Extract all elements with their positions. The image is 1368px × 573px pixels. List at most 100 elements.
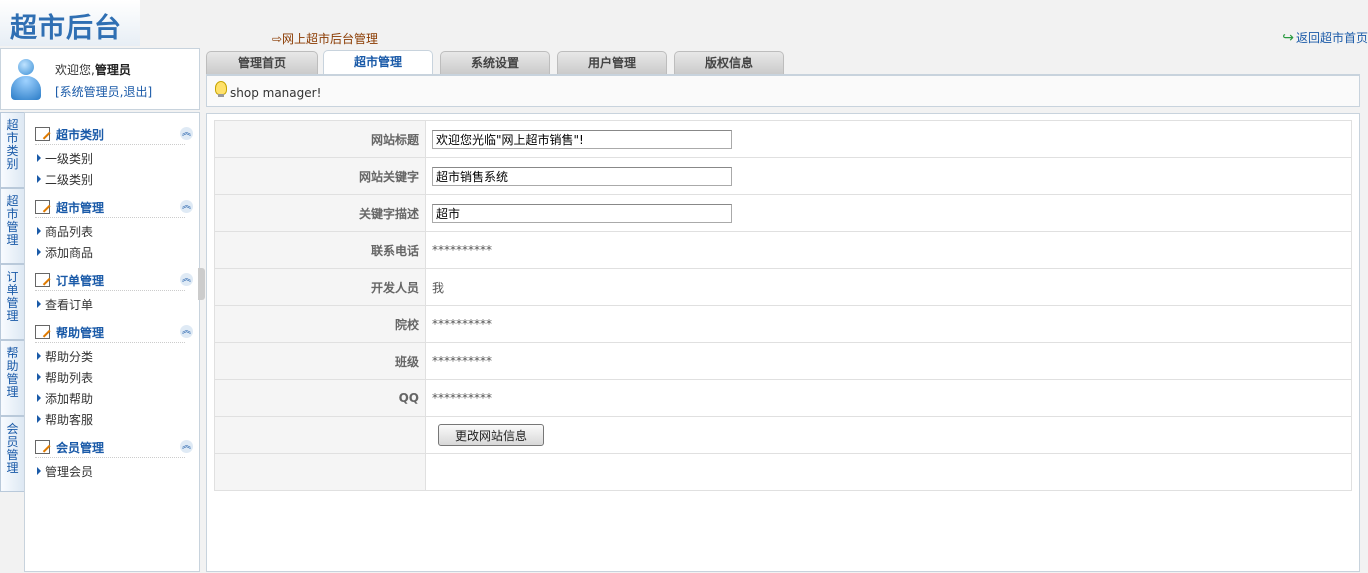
logo-text: 超市后台 — [10, 13, 122, 44]
vtab-label: 超市管理 — [6, 194, 19, 247]
menu-item-level1-category[interactable]: 一级类别 — [37, 150, 93, 167]
menu-item-add-help[interactable]: 添加帮助 — [37, 390, 93, 407]
menu-item-add-product[interactable]: 添加商品 — [37, 244, 93, 261]
qq-value: ********** — [425, 379, 1352, 417]
edit-icon — [35, 440, 50, 454]
edit-icon — [35, 325, 50, 339]
vtab-help-manage[interactable]: 帮助管理 — [0, 340, 24, 416]
menu-group-title: 超市类别 — [56, 128, 105, 142]
table-row: 班级 ********** — [214, 342, 1352, 380]
collapse-icon[interactable]: ︽ — [180, 200, 193, 213]
vertical-tabs: 超市类别 超市管理 订单管理 帮助管理 会员管理 — [0, 112, 25, 570]
menu-group-shop-manage[interactable]: 超市管理 ︽ — [35, 197, 193, 218]
empty-label — [214, 453, 426, 491]
empty-label — [214, 416, 426, 454]
tab-system-settings[interactable]: 系统设置 — [440, 51, 550, 75]
developer-value: 我 — [425, 268, 1352, 306]
menu-item-product-list[interactable]: 商品列表 — [37, 223, 93, 240]
menu-item-help-list[interactable]: 帮助列表 — [37, 369, 93, 386]
welcome-label: 欢迎您, — [55, 63, 95, 77]
menu-item-help-service[interactable]: 帮助客服 — [37, 411, 93, 428]
empty-cell — [425, 453, 1352, 491]
collapse-icon[interactable]: ︽ — [180, 325, 193, 338]
edit-icon — [35, 200, 50, 214]
field-label: 院校 — [214, 305, 426, 343]
menu-item-level2-category[interactable]: 二级类别 — [37, 171, 93, 188]
field-label: 关键字描述 — [214, 194, 426, 232]
collapse-icon[interactable]: ︽ — [180, 273, 193, 286]
table-row: 联系电话 ********** — [214, 231, 1352, 269]
table-row: 院校 ********** — [214, 305, 1352, 343]
field-label: 网站标题 — [214, 120, 426, 158]
menu-item-help-category[interactable]: 帮助分类 — [37, 348, 93, 365]
collapse-icon[interactable]: ︽ — [180, 440, 193, 453]
menu-group-title: 超市管理 — [56, 201, 105, 215]
vtab-label: 超市类别 — [6, 118, 19, 171]
breadcrumb: ⇨网上超市后台管理 — [272, 32, 379, 46]
table-row: 网站标题 — [214, 120, 1352, 158]
button-cell: 更改网站信息 — [425, 416, 1352, 454]
arrow-icon: ↪ — [1282, 30, 1294, 46]
table-row: 网站关键字 — [214, 157, 1352, 195]
user-avatar-icon — [9, 57, 43, 101]
field-label: 开发人员 — [214, 268, 426, 306]
vtab-order-manage[interactable]: 订单管理 — [0, 264, 24, 340]
user-panel: 欢迎您,管理员 [系统管理员,退出] — [0, 48, 200, 110]
menu-group-title: 订单管理 — [56, 274, 105, 288]
table-row — [214, 453, 1352, 491]
site-title-input[interactable] — [432, 129, 732, 149]
menu-group-title: 帮助管理 — [56, 326, 105, 340]
field-label: 班级 — [214, 342, 426, 380]
menu-group-shop-category[interactable]: 超市类别 ︽ — [35, 124, 193, 145]
sidebar-menu: 超市类别 ︽ 一级类别 二级类别 超市管理 ︽ 商品列表 添加商品 订单管理 ︽ 查看… — [24, 112, 200, 572]
field-label: QQ — [214, 379, 426, 417]
phone-value: ********** — [425, 231, 1352, 269]
table-row: 更改网站信息 — [214, 416, 1352, 454]
field-label: 网站关键字 — [214, 157, 426, 195]
class-value: ********** — [425, 342, 1352, 380]
vtab-shop-category[interactable]: 超市类别 — [0, 112, 24, 188]
logo: 超市后台 — [0, 0, 140, 46]
menu-item-view-orders[interactable]: 查看订单 — [37, 296, 93, 313]
menu-group-order-manage[interactable]: 订单管理 ︽ — [35, 270, 193, 291]
vtab-shop-manage[interactable]: 超市管理 — [0, 188, 24, 264]
info-bar: shop manager! — [206, 75, 1360, 107]
back-home-label: 返回超市首页 — [1295, 31, 1368, 45]
collapse-icon[interactable]: ︽ — [180, 127, 193, 140]
vtab-label: 帮助管理 — [6, 346, 19, 399]
keyword-description-input[interactable] — [432, 203, 732, 223]
menu-group-title: 会员管理 — [56, 441, 105, 455]
school-value: ********** — [425, 305, 1352, 343]
tab-user-manage[interactable]: 用户管理 — [557, 51, 667, 75]
field-cell — [425, 194, 1352, 232]
vtab-label: 订单管理 — [6, 270, 19, 323]
tab-copyright[interactable]: 版权信息 — [674, 51, 784, 75]
back-home-link[interactable]: ↪ 返回超市首页 — [1282, 29, 1368, 46]
bulb-base — [218, 94, 224, 97]
site-keywords-input[interactable] — [432, 166, 732, 186]
update-site-info-button[interactable]: 更改网站信息 — [438, 424, 545, 446]
user-links[interactable]: [系统管理员,退出] — [55, 83, 152, 100]
tab-shop-manage[interactable]: 超市管理 — [323, 50, 433, 76]
bulb-icon — [215, 81, 227, 95]
info-text: shop manager! — [230, 86, 322, 100]
table-row: QQ ********** — [214, 379, 1352, 417]
table-row: 开发人员 我 — [214, 268, 1352, 306]
field-cell — [425, 120, 1352, 158]
welcome-text: 欢迎您,管理员 — [55, 61, 131, 78]
edit-icon — [35, 127, 50, 141]
menu-item-manage-members[interactable]: 管理会员 — [37, 463, 93, 480]
edit-icon — [35, 273, 50, 287]
main-content: 网站标题 网站关键字 关键字描述 联系电话 ********** 开发人员 我 … — [206, 113, 1360, 572]
field-cell — [425, 157, 1352, 195]
vtab-member-manage[interactable]: 会员管理 — [0, 416, 24, 492]
user-name: 管理员 — [94, 63, 131, 77]
sidebar-splitter-handle[interactable] — [198, 268, 205, 300]
table-row: 关键字描述 — [214, 194, 1352, 232]
menu-group-help-manage[interactable]: 帮助管理 ︽ — [35, 322, 193, 343]
vtab-label: 会员管理 — [6, 422, 19, 475]
site-info-form: 网站标题 网站关键字 关键字描述 联系电话 ********** 开发人员 我 … — [214, 120, 1352, 491]
field-label: 联系电话 — [214, 231, 426, 269]
tab-home[interactable]: 管理首页 — [206, 51, 318, 75]
menu-group-member-manage[interactable]: 会员管理 ︽ — [35, 437, 193, 458]
